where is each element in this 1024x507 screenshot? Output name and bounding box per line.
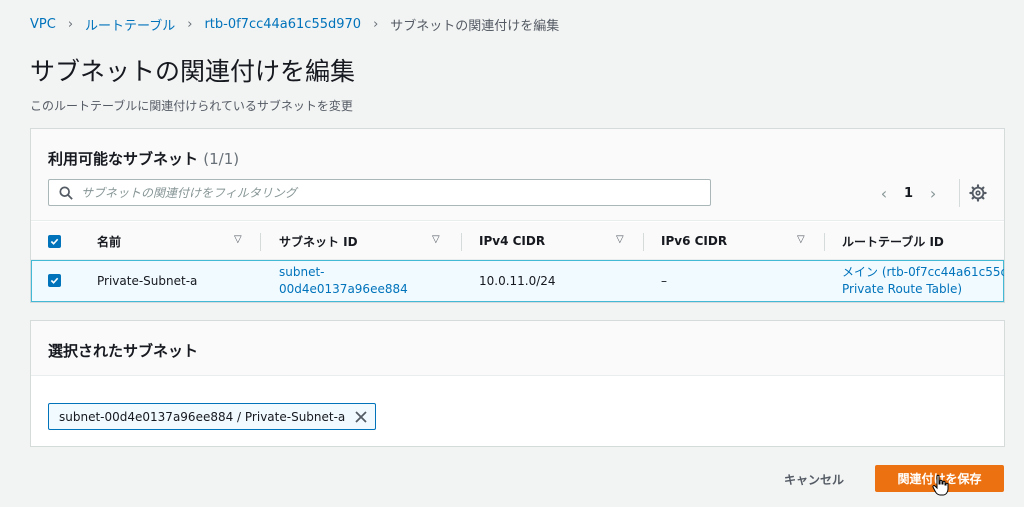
page-description: このルートテーブルに関連付けられているサブネットを変更 <box>30 99 353 113</box>
divider <box>959 179 960 207</box>
close-icon[interactable] <box>355 410 367 423</box>
available-subnets-title: 利用可能なサブネット <box>48 150 199 168</box>
breadcrumb: VPC › ルートテーブル › rtb-0f7cc44a61c55d970 › … <box>30 15 559 34</box>
sort-icon[interactable]: ▽ <box>234 234 242 245</box>
selected-subnet-token: subnet-00d4e0137a96ee884 / Private-Subne… <box>48 403 377 430</box>
column-header-subnet-id[interactable]: サブネット ID <box>279 222 358 260</box>
column-divider <box>260 233 261 251</box>
selected-subnets-title: 選択されたサブネット <box>48 342 199 360</box>
route-table-line1[interactable]: メイン (rtb-0f7cc44a61c55c <box>842 264 1004 281</box>
hand-cursor-icon <box>932 474 949 496</box>
check-icon <box>50 238 59 245</box>
chevron-right-icon: › <box>187 17 193 32</box>
breadcrumb-route-table-id[interactable]: rtb-0f7cc44a61c55d970 <box>204 17 361 32</box>
breadcrumb-route-tables[interactable]: ルートテーブル <box>85 15 175 34</box>
cancel-button[interactable]: キャンセル <box>770 467 858 491</box>
table-row[interactable]: Private-Subnet-a subnet- 00d4e0137a96ee8… <box>31 260 1004 302</box>
ipv6-cidr: – <box>661 274 667 288</box>
gear-icon[interactable] <box>969 184 987 202</box>
table-header: 名前 ▽ サブネット ID ▽ IPv4 CIDR ▽ IPv6 CIDR ▽ … <box>31 222 1004 260</box>
column-divider <box>824 233 825 251</box>
select-all-checkbox[interactable] <box>48 222 61 260</box>
column-header-name[interactable]: 名前 <box>97 222 121 260</box>
panel-header <box>31 129 1004 221</box>
next-page-icon[interactable]: › <box>923 181 943 205</box>
page-title: サブネットの関連付けを編集 <box>30 57 356 86</box>
sort-icon[interactable]: ▽ <box>616 234 624 245</box>
subnet-name: Private-Subnet-a <box>97 274 198 288</box>
column-divider <box>643 233 644 251</box>
column-header-ipv4[interactable]: IPv4 CIDR <box>479 222 545 260</box>
sort-icon[interactable]: ▽ <box>797 234 805 245</box>
breadcrumb-vpc[interactable]: VPC <box>30 17 56 32</box>
selected-subnets-panel: 選択されたサブネット subnet-00d4e0137a96ee884 / Pr… <box>30 320 1005 447</box>
panel-title: 利用可能なサブネット (1/1) <box>48 148 239 169</box>
breadcrumb-current: サブネットの関連付けを編集 <box>390 19 560 34</box>
chevron-right-icon: › <box>373 17 379 32</box>
filter-input-container[interactable] <box>48 179 711 206</box>
prev-page-icon[interactable]: ‹ <box>874 181 894 205</box>
checkbox-checked[interactable] <box>48 274 61 287</box>
pagination: ‹ 1 › <box>874 181 943 205</box>
chevron-right-icon: › <box>67 17 74 32</box>
subnet-id-link[interactable]: subnet- 00d4e0137a96ee884 <box>279 264 408 298</box>
subnet-id-line2[interactable]: 00d4e0137a96ee884 <box>279 281 408 298</box>
token-label: subnet-00d4e0137a96ee884 / Private-Subne… <box>59 409 346 424</box>
filter-input[interactable] <box>81 185 710 200</box>
subnet-id-line1[interactable]: subnet- <box>279 264 408 281</box>
search-icon <box>59 185 73 200</box>
selection-count: (1/1) <box>203 150 240 168</box>
checkbox-checked[interactable] <box>48 234 61 248</box>
check-icon <box>50 277 59 284</box>
available-subnets-panel: 利用可能なサブネット (1/1) ‹ 1 › <box>30 128 1005 303</box>
page-number[interactable]: 1 <box>904 186 913 201</box>
route-table-line2[interactable]: Private Route Table) <box>842 281 1004 298</box>
column-header-ipv6[interactable]: IPv6 CIDR <box>661 222 727 260</box>
row-checkbox[interactable] <box>48 274 61 287</box>
ipv4-cidr: 10.0.11.0/24 <box>479 274 556 288</box>
sort-icon[interactable]: ▽ <box>432 234 440 245</box>
route-table-link[interactable]: メイン (rtb-0f7cc44a61c55c Private Route Ta… <box>842 264 1004 298</box>
column-header-route-table[interactable]: ルートテーブル ID <box>842 222 944 260</box>
column-divider <box>461 233 462 251</box>
